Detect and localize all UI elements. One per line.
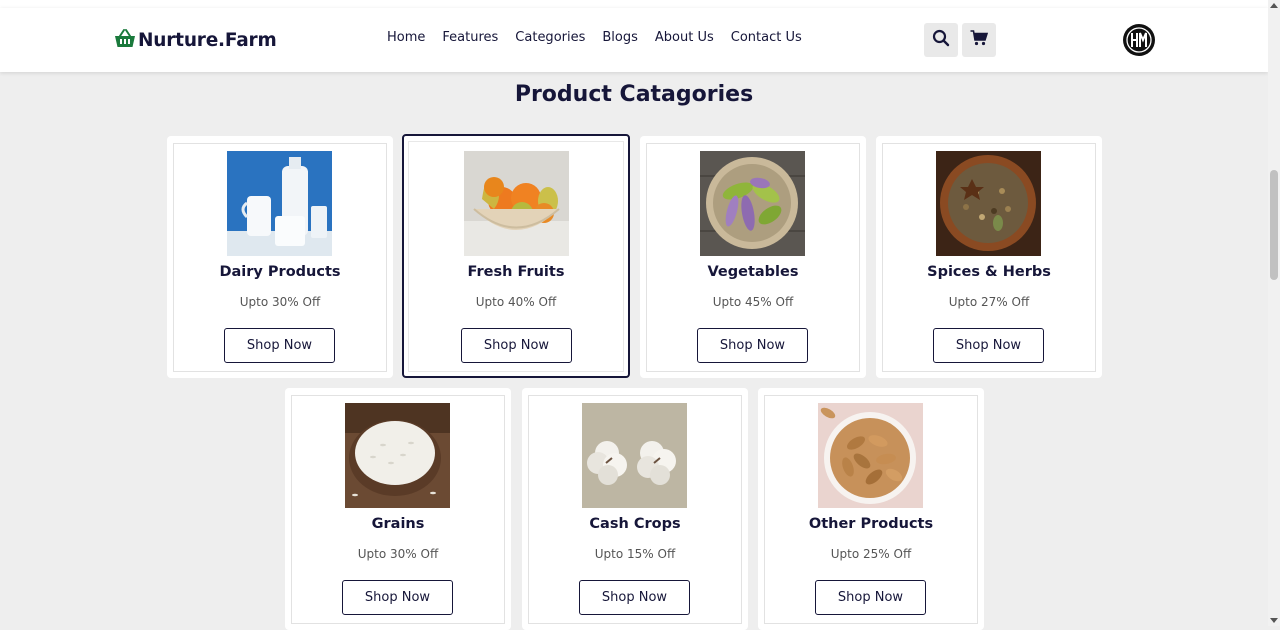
category-title: Dairy Products bbox=[219, 264, 341, 280]
brand-logo[interactable]: Nurture.Farm bbox=[114, 27, 277, 53]
scroll-up-arrow-icon[interactable] bbox=[1270, 3, 1278, 8]
category-title: Cash Crops bbox=[589, 516, 681, 532]
shop-now-button[interactable]: Shop Now bbox=[933, 328, 1044, 363]
category-card-spices-herbs[interactable]: Spices & Herbs Upto 27% Off Shop Now bbox=[876, 136, 1102, 378]
shop-now-button[interactable]: Shop Now bbox=[461, 328, 572, 363]
category-title: Spices & Herbs bbox=[927, 264, 1051, 280]
shop-now-button[interactable]: Shop Now bbox=[815, 580, 926, 615]
shop-now-button[interactable]: Shop Now bbox=[342, 580, 453, 615]
category-card-cash-crops[interactable]: Cash Crops Upto 15% Off Shop Now bbox=[522, 388, 748, 630]
category-title: Other Products bbox=[808, 516, 934, 532]
cotton-image bbox=[582, 403, 687, 508]
scrollbar-thumb[interactable] bbox=[1270, 170, 1278, 280]
fruits-image bbox=[464, 151, 569, 256]
nav-features[interactable]: Features bbox=[442, 30, 498, 45]
grains-image bbox=[345, 403, 450, 508]
nav-home[interactable]: Home bbox=[387, 30, 425, 45]
basket-icon bbox=[114, 28, 136, 52]
brand-name: Nurture.Farm bbox=[138, 29, 277, 51]
category-card-other-products[interactable]: Other Products Upto 25% Off Shop Now bbox=[758, 388, 984, 630]
shop-now-button[interactable]: Shop Now bbox=[579, 580, 690, 615]
user-avatar[interactable] bbox=[1123, 24, 1155, 56]
category-offer: Upto 30% Off bbox=[239, 295, 321, 309]
scroll-down-arrow-icon[interactable] bbox=[1270, 618, 1278, 623]
category-offer: Upto 45% Off bbox=[712, 295, 794, 309]
shop-now-button[interactable]: Shop Now bbox=[697, 328, 808, 363]
spices-image bbox=[936, 151, 1041, 256]
navbar: Nurture.Farm Home Features Categories Bl… bbox=[0, 8, 1268, 72]
category-title: Grains bbox=[371, 516, 425, 532]
category-card-grains[interactable]: Grains Upto 30% Off Shop Now bbox=[285, 388, 511, 630]
section-title: Product Catagories bbox=[514, 82, 754, 107]
vertical-scrollbar[interactable] bbox=[1268, 0, 1280, 626]
category-card-fresh-fruits[interactable]: Fresh Fruits Upto 40% Off Shop Now bbox=[402, 134, 630, 378]
nav-categories[interactable]: Categories bbox=[515, 30, 585, 45]
nav-blogs[interactable]: Blogs bbox=[602, 30, 638, 45]
cart-button[interactable] bbox=[962, 23, 996, 57]
category-offer: Upto 30% Off bbox=[357, 547, 439, 561]
avatar-logo-icon bbox=[1124, 25, 1154, 55]
vegetables-image bbox=[700, 151, 805, 256]
category-offer: Upto 40% Off bbox=[475, 295, 557, 309]
nav-contact-us[interactable]: Contact Us bbox=[731, 30, 802, 45]
category-title: Vegetables bbox=[707, 264, 799, 280]
category-offer: Upto 15% Off bbox=[594, 547, 676, 561]
category-title: Fresh Fruits bbox=[467, 264, 565, 280]
nav-about-us[interactable]: About Us bbox=[655, 30, 714, 45]
search-button[interactable] bbox=[924, 23, 958, 57]
category-card-dairy[interactable]: Dairy Products Upto 30% Off Shop Now bbox=[167, 136, 393, 378]
shop-now-button[interactable]: Shop Now bbox=[224, 328, 335, 363]
cart-icon bbox=[970, 30, 989, 50]
category-offer: Upto 25% Off bbox=[830, 547, 912, 561]
peanuts-image bbox=[818, 403, 923, 508]
top-strip bbox=[0, 0, 1268, 8]
category-offer: Upto 27% Off bbox=[948, 295, 1030, 309]
main-nav: Home Features Categories Blogs About Us … bbox=[387, 30, 819, 45]
category-card-vegetables[interactable]: Vegetables Upto 45% Off Shop Now bbox=[640, 136, 866, 378]
dairy-image bbox=[227, 151, 332, 256]
search-icon bbox=[932, 29, 950, 51]
